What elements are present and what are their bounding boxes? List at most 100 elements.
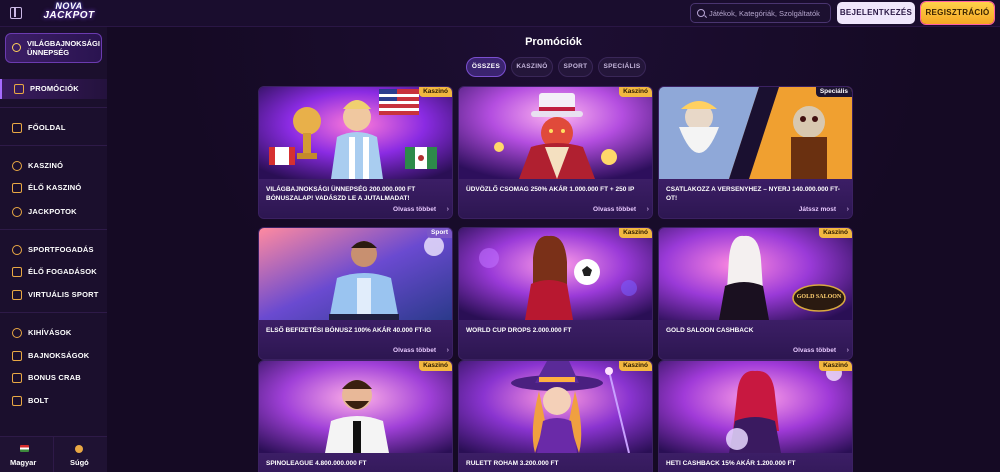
- sidebar-item-sportsbetting[interactable]: SPORTFOGADÁS: [0, 240, 107, 260]
- live-icon: [12, 183, 22, 193]
- promo-image: [259, 87, 452, 179]
- sidebar-item-promotions[interactable]: PROMÓCIÓK: [0, 79, 107, 99]
- promo-card-body: HETI CASHBACK 15% AKÁR 1.200.000 FT: [659, 453, 852, 472]
- promo-card[interactable]: Kaszinó SPINOLEAGUE 4.800.000.000 FT: [258, 360, 453, 472]
- read-more-link[interactable]: Olvass többet: [393, 206, 436, 213]
- promo-card-body: ELSŐ BEFIZETÉSI BÓNUSZ 100% AKÁR 40.000 …: [259, 320, 452, 359]
- promo-title: ÜDVÖZLŐ CSOMAG 250% AKÁR 1.000.000 FT + …: [466, 186, 635, 193]
- help-icon[interactable]: [75, 445, 83, 453]
- home-icon: [12, 123, 22, 133]
- sidebar-item-home[interactable]: FŐOLDAL: [0, 118, 107, 138]
- sidebar-item-bonus-crab[interactable]: BONUS CRAB: [0, 368, 107, 388]
- event-label: VILÁGBAJNOKSÁGI ÜNNEPSÉG: [27, 39, 100, 57]
- read-more-link[interactable]: Olvass többet: [793, 347, 836, 354]
- promo-tag: Kaszinó: [619, 87, 652, 97]
- sidebar-item-label: KASZINÓ: [28, 161, 64, 170]
- filter-special[interactable]: SPECIÁLIS: [598, 57, 646, 77]
- virtual-sport-icon: [12, 290, 22, 300]
- chevron-right-icon: ›: [446, 206, 449, 213]
- page-title: Promóciók: [525, 36, 582, 48]
- chevron-right-icon: ›: [846, 347, 849, 354]
- gift-icon: [14, 84, 24, 94]
- promo-title: ELSŐ BEFIZETÉSI BÓNUSZ 100% AKÁR 40.000 …: [266, 327, 432, 334]
- sidebar-item-label: FŐOLDAL: [28, 123, 66, 132]
- promo-card-body: VILÁGBAJNOKSÁGI ÜNNEPSÉG 200.000.000 FT …: [259, 179, 452, 218]
- promo-card[interactable]: Kaszinó VILÁGBAJNOKSÁGI ÜNNEPSÉG 200.000…: [258, 86, 453, 219]
- hungarian-flag-icon[interactable]: [20, 445, 29, 452]
- top-header: NOVA JACKPOT BEJELENTKEZÉS REGISZTRÁCIÓ: [0, 0, 1000, 27]
- sidebar-item-label: PROMÓCIÓK: [30, 84, 79, 93]
- promo-tag: Kaszinó: [619, 361, 652, 371]
- promo-card[interactable]: Kaszinó WORLD CUP DROPS 2.000.000 FT: [458, 227, 653, 360]
- promo-image: [459, 228, 652, 320]
- filter-all[interactable]: ÖSSZES: [466, 57, 506, 77]
- promo-image: GOLD SALOON: [659, 228, 852, 320]
- shop-icon: [12, 396, 22, 406]
- filter-sport[interactable]: SPORT: [558, 57, 593, 77]
- promo-image: [459, 87, 652, 179]
- sidebar-item-shop[interactable]: BOLT: [0, 391, 107, 411]
- main-content: Promóciók ÖSSZES KASZINÓ SPORT SPECIÁLIS: [107, 27, 1000, 472]
- gold-saloon-badge: GOLD SALOON: [796, 294, 842, 300]
- promo-card-body: ÜDVÖZLŐ CSOMAG 250% AKÁR 1.000.000 FT + …: [459, 179, 652, 218]
- promo-title: HETI CASHBACK 15% AKÁR 1.200.000 FT: [666, 460, 796, 467]
- promo-image: [659, 87, 852, 179]
- promo-card[interactable]: Kaszinó HETI CASHBACK 15% AKÁR 1.200.000…: [658, 360, 853, 472]
- crab-icon: [12, 373, 22, 383]
- promo-title: SPINOLEAGUE 4.800.000.000 FT: [266, 460, 367, 467]
- promo-image: [259, 361, 452, 453]
- sidebar-item-label: JACKPOTOK: [28, 207, 77, 216]
- chevron-right-icon: ›: [446, 347, 449, 354]
- register-button[interactable]: REGISZTRÁCIÓ: [921, 2, 994, 24]
- sidebar-item-label: ÉLŐ KASZINÓ: [28, 183, 82, 192]
- sidebar-item-label: BAJNOKSÁGOK: [28, 351, 90, 360]
- promo-card[interactable]: Kaszinó ÜDVÖZLŐ CSOMAG 250% AKÁR 1.000.0…: [458, 86, 653, 219]
- promo-image: [459, 361, 652, 453]
- chip-icon: [12, 161, 22, 171]
- promo-tag: Kaszinó: [819, 361, 852, 371]
- search-box[interactable]: [690, 3, 831, 23]
- sidebar-item-live-bets[interactable]: ÉLŐ FOGADÁSOK: [0, 262, 107, 282]
- promo-tag: Speciális: [815, 87, 852, 97]
- promo-card[interactable]: Speciális CSATLAKOZZ A VERSENYHEZ – NYER…: [658, 86, 853, 219]
- search-icon: [697, 9, 705, 17]
- logo[interactable]: NOVA JACKPOT: [36, 2, 102, 24]
- filter-casino[interactable]: KASZINÓ: [511, 57, 553, 77]
- promo-card[interactable]: Kaszinó RULETT ROHAM 3.200.000 FT: [458, 360, 653, 472]
- sidebar-footer: Magyar Súgó: [0, 436, 107, 472]
- sidebar-item-label: BONUS CRAB: [28, 373, 81, 382]
- promo-card[interactable]: Sport ELSŐ BEFIZETÉSI BÓNUSZ 100% AKÁR 4…: [258, 227, 453, 360]
- sidebar-item-label: BOLT: [28, 396, 49, 405]
- logo-line2: JACKPOT: [43, 10, 95, 21]
- read-more-link[interactable]: Olvass többet: [393, 347, 436, 354]
- sidebar-item-casino[interactable]: KASZINÓ: [0, 156, 107, 176]
- promo-image: [659, 361, 852, 453]
- promo-card-body: RULETT ROHAM 3.200.000 FT: [459, 453, 652, 472]
- chevron-right-icon: ›: [646, 206, 649, 213]
- promo-tag: Sport: [427, 228, 452, 238]
- search-input[interactable]: [709, 5, 829, 21]
- promo-title: GOLD SALOON CASHBACK: [666, 327, 754, 334]
- sidebar-item-challenges[interactable]: KIHÍVÁSOK: [0, 323, 107, 343]
- chevron-right-icon: ›: [846, 206, 849, 213]
- promo-title: VILÁGBAJNOKSÁGI ÜNNEPSÉG 200.000.000 FT …: [266, 186, 416, 202]
- sidebar-item-tournaments[interactable]: BAJNOKSÁGOK: [0, 346, 107, 366]
- language-selector[interactable]: Magyar: [10, 458, 36, 467]
- trophy-icon: [12, 351, 22, 361]
- login-button[interactable]: BEJELENTKEZÉS: [837, 2, 915, 24]
- read-more-link[interactable]: Olvass többet: [593, 206, 636, 213]
- help-link[interactable]: Súgó: [70, 458, 89, 467]
- sidebar-item-virtual-sport[interactable]: VIRTUÁLIS SPORT: [0, 285, 107, 305]
- live-bet-icon: [12, 267, 22, 277]
- sidebar-event-banner[interactable]: VILÁGBAJNOKSÁGI ÜNNEPSÉG: [5, 33, 102, 63]
- sidebar: VILÁGBAJNOKSÁGI ÜNNEPSÉG PROMÓCIÓK FŐOLD…: [0, 27, 107, 472]
- sidebar-item-jackpots[interactable]: JACKPOTOK: [0, 202, 107, 222]
- promo-image: [259, 228, 452, 320]
- sidebar-toggle-icon[interactable]: [10, 7, 22, 19]
- play-now-link[interactable]: Játssz most: [799, 206, 836, 213]
- promo-card[interactable]: GOLD SALOON Kaszinó GOLD SALOON CASHBACK…: [658, 227, 853, 360]
- promo-tag: Kaszinó: [419, 361, 452, 371]
- promo-title: WORLD CUP DROPS 2.000.000 FT: [466, 327, 572, 334]
- sidebar-item-live-casino[interactable]: ÉLŐ KASZINÓ: [0, 178, 107, 198]
- sidebar-item-label: VIRTUÁLIS SPORT: [28, 290, 99, 299]
